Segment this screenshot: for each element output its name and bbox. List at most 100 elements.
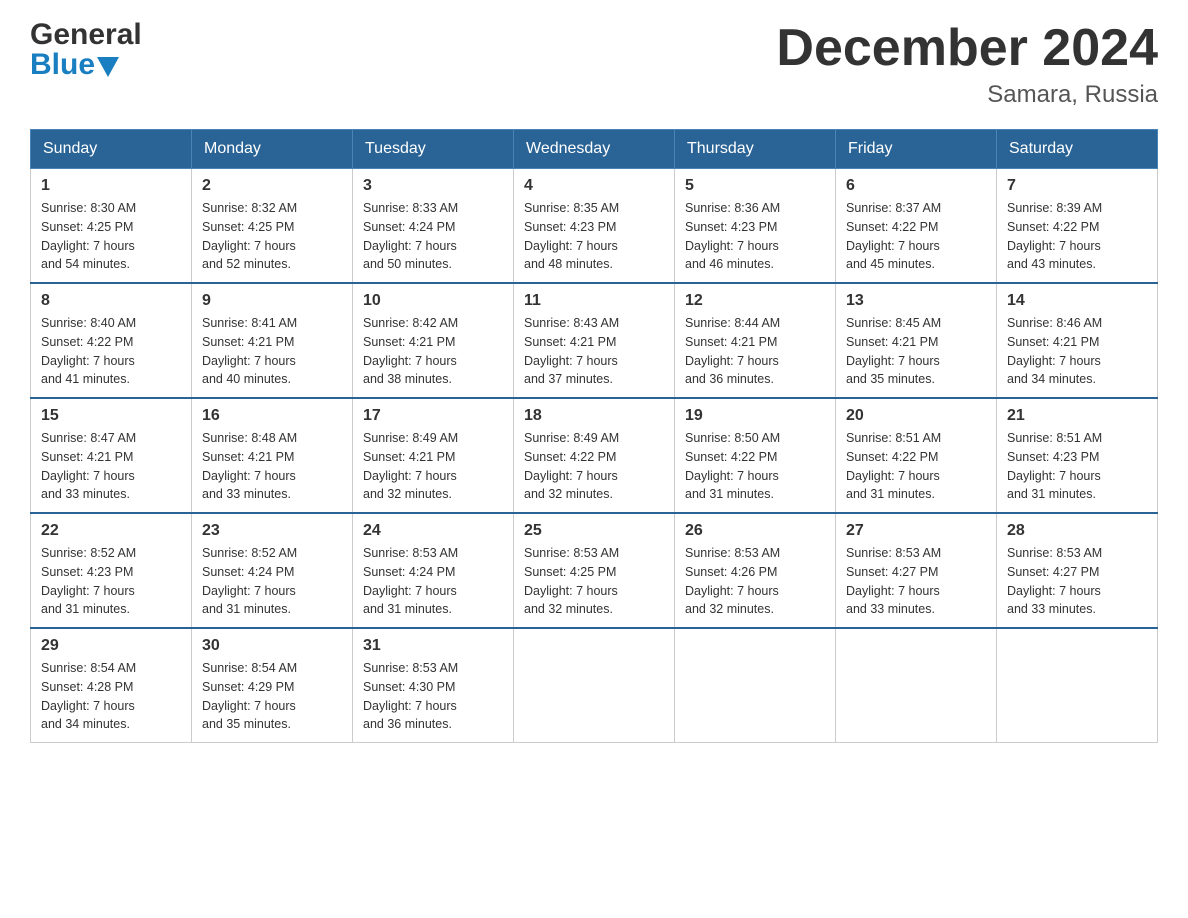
calendar-cell: 8 Sunrise: 8:40 AM Sunset: 4:22 PM Dayli… — [31, 283, 192, 398]
day-number: 20 — [846, 407, 986, 425]
day-info: Sunrise: 8:45 AM Sunset: 4:21 PM Dayligh… — [846, 314, 986, 389]
day-info: Sunrise: 8:36 AM Sunset: 4:23 PM Dayligh… — [685, 199, 825, 274]
day-info: Sunrise: 8:35 AM Sunset: 4:23 PM Dayligh… — [524, 199, 664, 274]
day-info: Sunrise: 8:37 AM Sunset: 4:22 PM Dayligh… — [846, 199, 986, 274]
calendar-cell: 22 Sunrise: 8:52 AM Sunset: 4:23 PM Dayl… — [31, 513, 192, 628]
calendar-cell: 28 Sunrise: 8:53 AM Sunset: 4:27 PM Dayl… — [997, 513, 1158, 628]
calendar-cell: 1 Sunrise: 8:30 AM Sunset: 4:25 PM Dayli… — [31, 169, 192, 284]
day-info: Sunrise: 8:46 AM Sunset: 4:21 PM Dayligh… — [1007, 314, 1147, 389]
calendar-table: Sunday Monday Tuesday Wednesday Thursday… — [30, 129, 1158, 743]
logo: General Blue — [30, 20, 142, 80]
calendar-cell: 4 Sunrise: 8:35 AM Sunset: 4:23 PM Dayli… — [514, 169, 675, 284]
calendar-cell: 31 Sunrise: 8:53 AM Sunset: 4:30 PM Dayl… — [353, 628, 514, 743]
col-friday: Friday — [836, 130, 997, 169]
day-info: Sunrise: 8:48 AM Sunset: 4:21 PM Dayligh… — [202, 429, 342, 504]
calendar-cell: 19 Sunrise: 8:50 AM Sunset: 4:22 PM Dayl… — [675, 398, 836, 513]
day-number: 30 — [202, 637, 342, 655]
day-info: Sunrise: 8:52 AM Sunset: 4:24 PM Dayligh… — [202, 544, 342, 619]
day-number: 18 — [524, 407, 664, 425]
day-info: Sunrise: 8:53 AM Sunset: 4:25 PM Dayligh… — [524, 544, 664, 619]
calendar-cell: 10 Sunrise: 8:42 AM Sunset: 4:21 PM Dayl… — [353, 283, 514, 398]
calendar-cell — [675, 628, 836, 743]
title-section: December 2024 Samara, Russia — [776, 20, 1158, 109]
day-number: 28 — [1007, 522, 1147, 540]
day-number: 22 — [41, 522, 181, 540]
calendar-cell: 14 Sunrise: 8:46 AM Sunset: 4:21 PM Dayl… — [997, 283, 1158, 398]
calendar-cell: 30 Sunrise: 8:54 AM Sunset: 4:29 PM Dayl… — [192, 628, 353, 743]
page-title: December 2024 — [776, 20, 1158, 77]
calendar-cell: 2 Sunrise: 8:32 AM Sunset: 4:25 PM Dayli… — [192, 169, 353, 284]
day-number: 5 — [685, 177, 825, 195]
day-info: Sunrise: 8:53 AM Sunset: 4:27 PM Dayligh… — [1007, 544, 1147, 619]
calendar-cell: 18 Sunrise: 8:49 AM Sunset: 4:22 PM Dayl… — [514, 398, 675, 513]
calendar-cell: 12 Sunrise: 8:44 AM Sunset: 4:21 PM Dayl… — [675, 283, 836, 398]
calendar-week-5: 29 Sunrise: 8:54 AM Sunset: 4:28 PM Dayl… — [31, 628, 1158, 743]
calendar-cell: 5 Sunrise: 8:36 AM Sunset: 4:23 PM Dayli… — [675, 169, 836, 284]
day-number: 12 — [685, 292, 825, 310]
day-info: Sunrise: 8:49 AM Sunset: 4:22 PM Dayligh… — [524, 429, 664, 504]
day-info: Sunrise: 8:51 AM Sunset: 4:23 PM Dayligh… — [1007, 429, 1147, 504]
day-info: Sunrise: 8:40 AM Sunset: 4:22 PM Dayligh… — [41, 314, 181, 389]
calendar-cell: 16 Sunrise: 8:48 AM Sunset: 4:21 PM Dayl… — [192, 398, 353, 513]
calendar-cell: 3 Sunrise: 8:33 AM Sunset: 4:24 PM Dayli… — [353, 169, 514, 284]
col-thursday: Thursday — [675, 130, 836, 169]
calendar-week-2: 8 Sunrise: 8:40 AM Sunset: 4:22 PM Dayli… — [31, 283, 1158, 398]
calendar-week-4: 22 Sunrise: 8:52 AM Sunset: 4:23 PM Dayl… — [31, 513, 1158, 628]
calendar-cell: 6 Sunrise: 8:37 AM Sunset: 4:22 PM Dayli… — [836, 169, 997, 284]
calendar-week-1: 1 Sunrise: 8:30 AM Sunset: 4:25 PM Dayli… — [31, 169, 1158, 284]
col-saturday: Saturday — [997, 130, 1158, 169]
calendar-cell — [997, 628, 1158, 743]
day-info: Sunrise: 8:41 AM Sunset: 4:21 PM Dayligh… — [202, 314, 342, 389]
calendar-cell: 17 Sunrise: 8:49 AM Sunset: 4:21 PM Dayl… — [353, 398, 514, 513]
day-number: 6 — [846, 177, 986, 195]
calendar-cell — [836, 628, 997, 743]
day-number: 4 — [524, 177, 664, 195]
calendar-cell: 13 Sunrise: 8:45 AM Sunset: 4:21 PM Dayl… — [836, 283, 997, 398]
day-number: 2 — [202, 177, 342, 195]
day-info: Sunrise: 8:54 AM Sunset: 4:29 PM Dayligh… — [202, 659, 342, 734]
day-number: 10 — [363, 292, 503, 310]
calendar-cell: 15 Sunrise: 8:47 AM Sunset: 4:21 PM Dayl… — [31, 398, 192, 513]
calendar-cell — [514, 628, 675, 743]
day-info: Sunrise: 8:43 AM Sunset: 4:21 PM Dayligh… — [524, 314, 664, 389]
calendar-cell: 9 Sunrise: 8:41 AM Sunset: 4:21 PM Dayli… — [192, 283, 353, 398]
day-info: Sunrise: 8:53 AM Sunset: 4:24 PM Dayligh… — [363, 544, 503, 619]
day-info: Sunrise: 8:44 AM Sunset: 4:21 PM Dayligh… — [685, 314, 825, 389]
day-number: 13 — [846, 292, 986, 310]
calendar-cell: 29 Sunrise: 8:54 AM Sunset: 4:28 PM Dayl… — [31, 628, 192, 743]
day-number: 21 — [1007, 407, 1147, 425]
day-info: Sunrise: 8:53 AM Sunset: 4:30 PM Dayligh… — [363, 659, 503, 734]
day-number: 19 — [685, 407, 825, 425]
day-number: 16 — [202, 407, 342, 425]
day-number: 3 — [363, 177, 503, 195]
day-info: Sunrise: 8:47 AM Sunset: 4:21 PM Dayligh… — [41, 429, 181, 504]
day-info: Sunrise: 8:52 AM Sunset: 4:23 PM Dayligh… — [41, 544, 181, 619]
day-number: 31 — [363, 637, 503, 655]
calendar-cell: 23 Sunrise: 8:52 AM Sunset: 4:24 PM Dayl… — [192, 513, 353, 628]
day-number: 1 — [41, 177, 181, 195]
day-info: Sunrise: 8:53 AM Sunset: 4:27 PM Dayligh… — [846, 544, 986, 619]
day-number: 8 — [41, 292, 181, 310]
day-number: 26 — [685, 522, 825, 540]
day-info: Sunrise: 8:53 AM Sunset: 4:26 PM Dayligh… — [685, 544, 825, 619]
calendar-header-row: Sunday Monday Tuesday Wednesday Thursday… — [31, 130, 1158, 169]
day-number: 14 — [1007, 292, 1147, 310]
logo-general-text: General — [30, 20, 142, 50]
calendar-cell: 25 Sunrise: 8:53 AM Sunset: 4:25 PM Dayl… — [514, 513, 675, 628]
day-info: Sunrise: 8:51 AM Sunset: 4:22 PM Dayligh… — [846, 429, 986, 504]
col-wednesday: Wednesday — [514, 130, 675, 169]
logo-blue-text: Blue — [30, 50, 95, 80]
day-number: 11 — [524, 292, 664, 310]
day-number: 25 — [524, 522, 664, 540]
logo-arrow-icon — [97, 57, 119, 77]
day-info: Sunrise: 8:39 AM Sunset: 4:22 PM Dayligh… — [1007, 199, 1147, 274]
calendar-cell: 11 Sunrise: 8:43 AM Sunset: 4:21 PM Dayl… — [514, 283, 675, 398]
day-number: 17 — [363, 407, 503, 425]
calendar-cell: 26 Sunrise: 8:53 AM Sunset: 4:26 PM Dayl… — [675, 513, 836, 628]
calendar-cell: 27 Sunrise: 8:53 AM Sunset: 4:27 PM Dayl… — [836, 513, 997, 628]
day-info: Sunrise: 8:49 AM Sunset: 4:21 PM Dayligh… — [363, 429, 503, 504]
day-info: Sunrise: 8:32 AM Sunset: 4:25 PM Dayligh… — [202, 199, 342, 274]
day-number: 27 — [846, 522, 986, 540]
day-number: 29 — [41, 637, 181, 655]
day-info: Sunrise: 8:33 AM Sunset: 4:24 PM Dayligh… — [363, 199, 503, 274]
